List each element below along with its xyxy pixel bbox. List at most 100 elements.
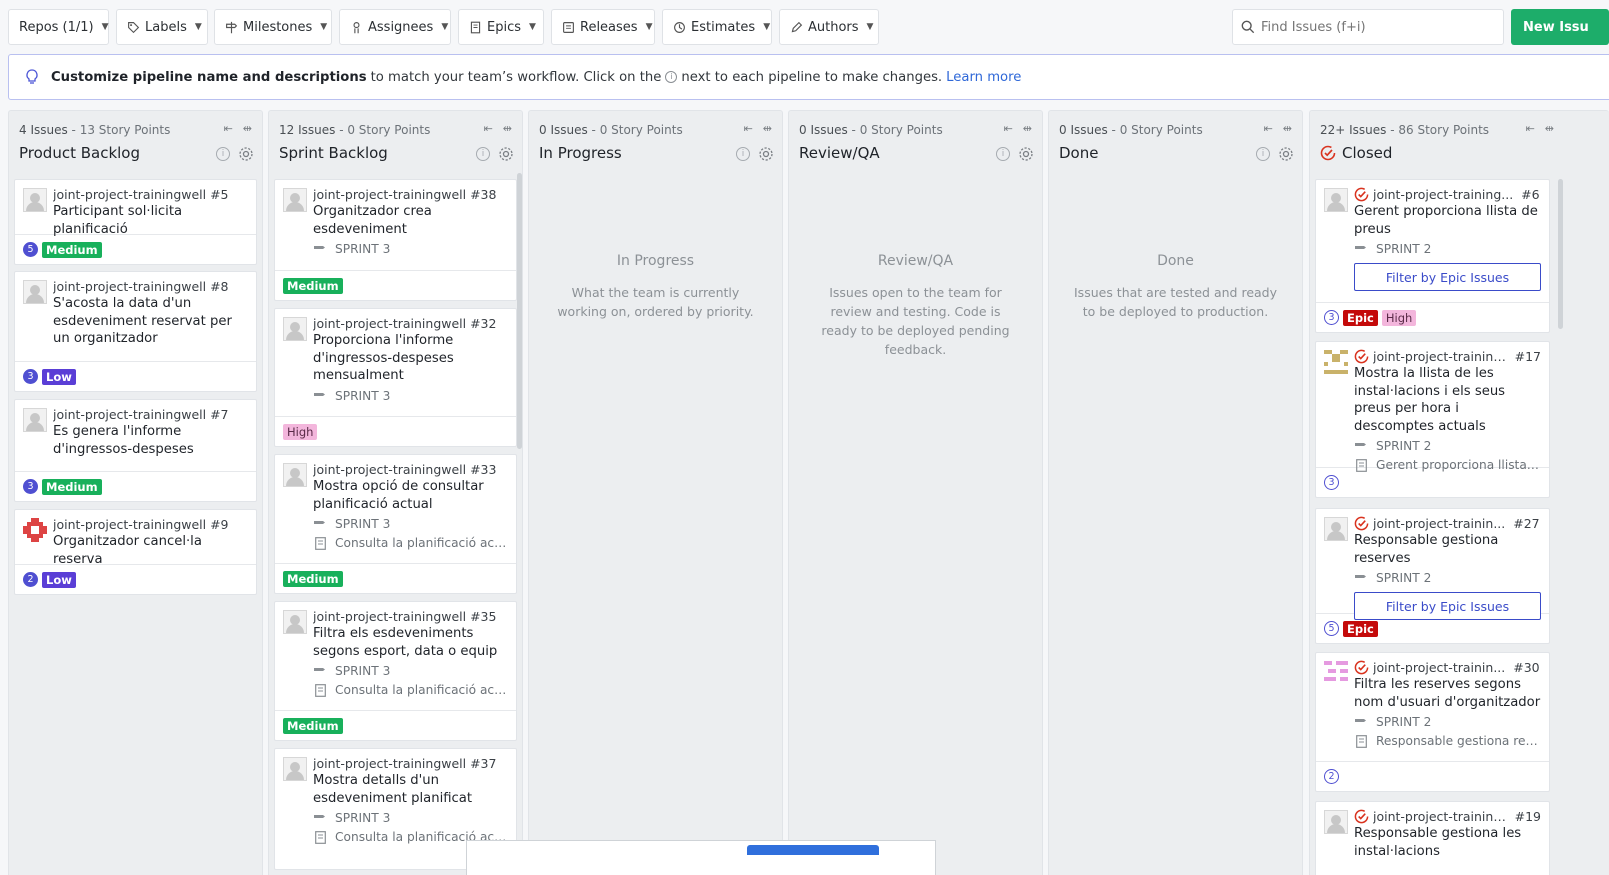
- estimates-filter-button[interactable]: Estimates ▼: [662, 9, 772, 45]
- scrollbar[interactable]: [517, 173, 522, 449]
- empty-state-title: Review/QA: [877, 253, 954, 269]
- collapse-icon[interactable]: ⇹: [243, 122, 252, 135]
- epic-icon: [1354, 735, 1368, 748]
- info-icon[interactable]: i: [1256, 147, 1270, 161]
- issue-card[interactable]: joint-project-trainingwell #8 S'acosta l…: [14, 271, 257, 392]
- repo-issue-number: joint-project-trainingwell #37: [313, 756, 497, 771]
- labels-filter-button[interactable]: Labels ▼: [116, 9, 208, 45]
- empty-state: Review/QA Issues open to the team for re…: [789, 253, 1042, 359]
- priority-label[interactable]: Medium: [283, 570, 343, 587]
- epic-label[interactable]: Epic: [1343, 309, 1378, 326]
- closed-icon: [1354, 516, 1369, 531]
- collapse-left-icon[interactable]: ⇤: [744, 122, 753, 135]
- estimate-badge: 3: [23, 479, 38, 494]
- chevron-down-icon: ▼: [194, 22, 202, 32]
- milestone-row: SPRINT 2: [1354, 439, 1541, 454]
- gear-icon[interactable]: [758, 146, 774, 162]
- info-icon[interactable]: i: [736, 147, 750, 161]
- collapse-left-icon[interactable]: ⇤: [224, 122, 233, 135]
- info-icon[interactable]: i: [216, 147, 230, 161]
- milestone-row: SPRINT 2: [1354, 242, 1541, 257]
- epics-filter-button[interactable]: Epics ▼: [458, 9, 544, 45]
- closed-icon: [1354, 349, 1369, 364]
- filter-by-epic-button[interactable]: Filter by Epic Issues: [1354, 592, 1541, 620]
- story-points: - 0 Story Points: [587, 123, 683, 137]
- avatar: [1324, 661, 1348, 685]
- releases-filter-button[interactable]: Releases ▼: [551, 9, 655, 45]
- scrollbar[interactable]: [1558, 179, 1563, 329]
- gear-icon[interactable]: [238, 146, 254, 162]
- issue-card[interactable]: joint-project-trainingwell #7 Es genera …: [14, 399, 257, 502]
- priority-label[interactable]: Low: [42, 571, 76, 588]
- epic-label[interactable]: Epic: [1343, 620, 1378, 637]
- priority-label[interactable]: High: [283, 423, 318, 440]
- issue-card[interactable]: joint-project-trainingwell #32 Proporcio…: [274, 308, 517, 447]
- issue-number: #30: [1513, 660, 1540, 675]
- collapse-icon[interactable]: ⇹: [1545, 122, 1554, 135]
- collapse-icon[interactable]: ⇹: [503, 122, 512, 135]
- priority-label[interactable]: High: [1381, 309, 1417, 326]
- issue-card[interactable]: joint-project-trainin... #30 Filtra les r…: [1315, 652, 1550, 792]
- issue-title: Proporciona l'informe d'ingressos-despes…: [313, 333, 454, 383]
- collapse-left-icon[interactable]: ⇤: [1526, 122, 1535, 135]
- priority-label[interactable]: Medium: [42, 478, 102, 495]
- milestones-filter-button[interactable]: Milestones ▼: [214, 9, 332, 45]
- epic-name: Gerent proporciona llista de preus: [1376, 458, 1541, 472]
- issue-number: #19: [1514, 809, 1541, 824]
- assignee-icon: [350, 20, 363, 34]
- gear-icon[interactable]: [498, 146, 514, 162]
- pipeline-actions: i: [216, 146, 254, 162]
- priority-label[interactable]: Medium: [283, 277, 343, 294]
- gear-icon[interactable]: [1278, 146, 1294, 162]
- priority-label[interactable]: Low: [42, 368, 76, 385]
- card-footer: 2: [1316, 761, 1549, 791]
- issue-title: Participant sol·licita planificació: [53, 204, 183, 237]
- issue-card[interactable]: joint-project-trainingwell #5 Participan…: [14, 179, 257, 265]
- issue-card[interactable]: joint-project-trainin... #27 Responsable …: [1315, 508, 1550, 644]
- find-issues-search[interactable]: [1232, 9, 1504, 45]
- search-input[interactable]: [1261, 19, 1491, 35]
- issue-card[interactable]: joint-project-training... #6 Gerent propo…: [1315, 179, 1550, 333]
- issue-card[interactable]: joint-project-trainingwell #38 Organitza…: [274, 179, 517, 301]
- info-icon[interactable]: i: [476, 147, 490, 161]
- avatar: [283, 188, 307, 212]
- collapse-left-icon[interactable]: ⇤: [1004, 122, 1013, 135]
- gear-icon[interactable]: [1018, 146, 1034, 162]
- issue-title: Responsable gestiona les instal·lacions: [1354, 826, 1522, 859]
- pipeline-title: Review/QA: [799, 144, 880, 162]
- repos-filter-button[interactable]: Repos (1/1) ▼: [8, 9, 109, 45]
- issue-card[interactable]: joint-project-training... #17 Mostra la l…: [1315, 341, 1550, 498]
- issue-number: #6: [1521, 187, 1540, 202]
- chevron-down-icon: ▼: [529, 22, 536, 32]
- repos-filter-label: Repos (1/1): [19, 19, 94, 35]
- milestone-row: SPRINT 2: [1354, 571, 1541, 586]
- authors-filter-button[interactable]: Authors ▼: [779, 9, 879, 45]
- collapse-left-icon[interactable]: ⇤: [484, 122, 493, 135]
- issue-title: Organitzador crea esdeveniment: [313, 204, 432, 237]
- filter-by-epic-button[interactable]: Filter by Epic Issues: [1354, 263, 1541, 291]
- popup-primary-button[interactable]: [747, 845, 879, 855]
- issue-title: Mostra detalls d'un esdeveniment planifi…: [313, 773, 473, 806]
- issue-card[interactable]: joint-project-training... #19 Responsable…: [1315, 801, 1550, 875]
- collapse-left-icon[interactable]: ⇤: [1264, 122, 1273, 135]
- collapse-icon[interactable]: ⇹: [763, 122, 772, 135]
- info-icon[interactable]: i: [996, 147, 1010, 161]
- epic-icon: [313, 831, 327, 844]
- priority-label[interactable]: Medium: [42, 241, 102, 258]
- issue-card[interactable]: joint-project-trainingwell #9 Organitzad…: [14, 509, 257, 595]
- new-issue-button[interactable]: New Issu: [1511, 9, 1609, 45]
- story-points: - 86 Story Points: [1386, 123, 1490, 137]
- assignees-filter-button[interactable]: Assignees ▼: [339, 9, 451, 45]
- issue-count: 0 Issues: [539, 123, 588, 137]
- lightbulb-icon: [23, 68, 41, 86]
- issue-card[interactable]: joint-project-trainingwell #35 Filtra el…: [274, 601, 517, 741]
- chevron-down-icon: ▼: [320, 22, 328, 32]
- pipeline-header: 12 Issues - 0 Story Points ⇤ ⇹ Sprint Bac…: [269, 111, 522, 171]
- issue-card[interactable]: joint-project-trainingwell #33 Mostra op…: [274, 454, 517, 594]
- repo-name: joint-project-trainin...: [1373, 516, 1506, 531]
- priority-label[interactable]: Medium: [283, 717, 343, 734]
- learn-more-link[interactable]: Learn more: [946, 70, 1021, 85]
- closed-icon: [1354, 187, 1369, 202]
- collapse-icon[interactable]: ⇹: [1023, 122, 1032, 135]
- collapse-icon[interactable]: ⇹: [1283, 122, 1292, 135]
